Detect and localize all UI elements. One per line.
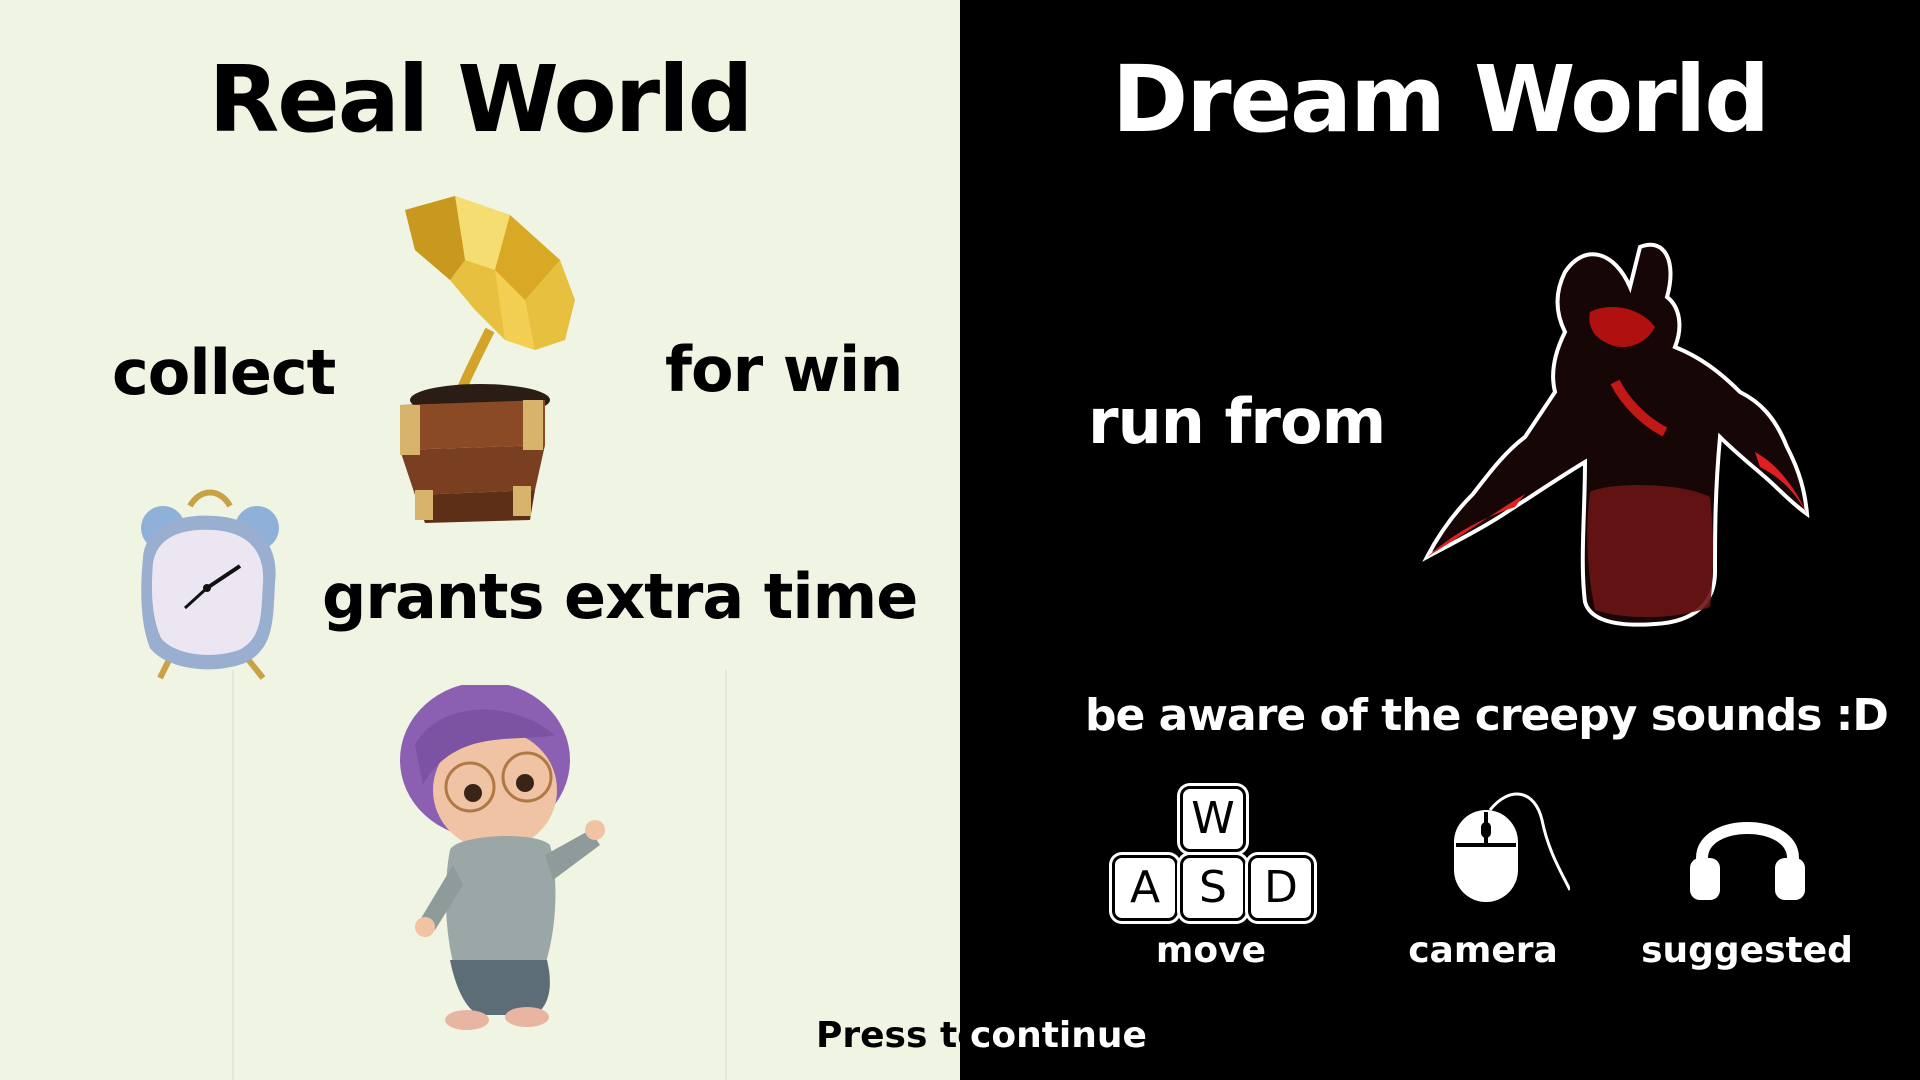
for-win-text: for win [665, 333, 903, 406]
collect-text: collect [112, 336, 336, 409]
alarm-clock-icon [141, 489, 279, 680]
key-s: S [1180, 855, 1246, 921]
continue-text: continue [970, 1015, 1147, 1056]
press-text: Press to [816, 1015, 982, 1056]
extra-time-text: grants extra time [322, 560, 918, 633]
shadow-creature-icon [1422, 243, 1810, 627]
girl-character-icon [400, 685, 605, 1030]
headphones-icon [1690, 822, 1805, 900]
key-a: A [1112, 855, 1178, 921]
press-prompt: Press to [816, 1015, 982, 1056]
run-from-text: run from [1088, 385, 1386, 458]
real-world-panel: Real World collect for win grants extra … [0, 0, 960, 1080]
key-d: D [1248, 855, 1314, 921]
mouse-icon [1454, 792, 1570, 902]
continue-prompt[interactable]: continue [970, 1015, 1147, 1056]
seam-line [232, 670, 234, 1080]
camera-label: camera [1408, 930, 1558, 971]
suggested-label: suggested [1641, 930, 1853, 971]
move-label: move [1155, 930, 1267, 971]
dream-world-title: Dream World [1111, 46, 1770, 153]
real-world-title: Real World [208, 46, 753, 153]
gramophone-icon [400, 196, 575, 523]
seam-line [725, 670, 727, 1080]
creepy-sounds-text: be aware of the creepy sounds :D [1085, 690, 1889, 741]
dream-world-panel: Dream World run from be aware of the cre… [960, 0, 1920, 1080]
key-w: W [1180, 786, 1246, 852]
